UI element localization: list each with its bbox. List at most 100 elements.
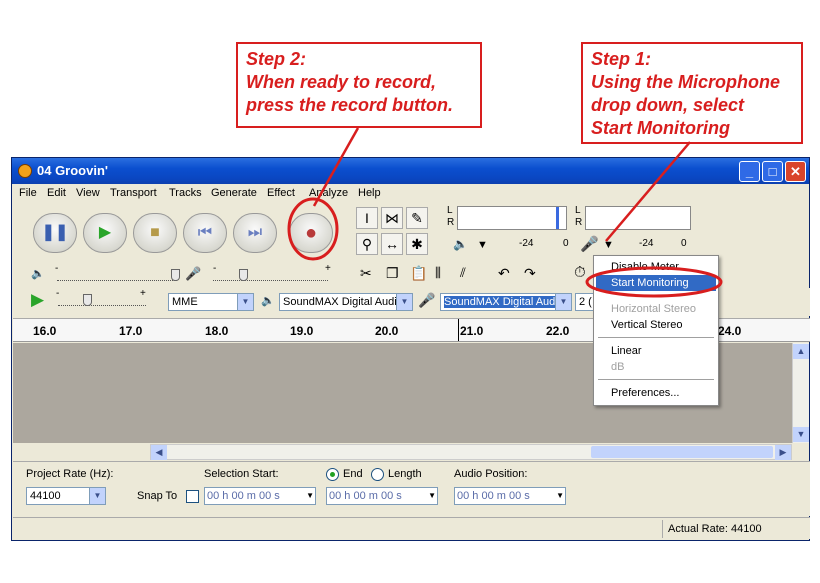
step2-line-1: Step 2: bbox=[246, 49, 307, 69]
sync-lock-icon[interactable]: ⏱ bbox=[574, 264, 586, 281]
horizontal-scrollbar[interactable]: ◀ ▶ bbox=[150, 444, 792, 460]
speaker-icon[interactable]: 🔈 bbox=[453, 237, 468, 251]
horizontal-scroll-thumb[interactable] bbox=[591, 446, 773, 458]
menu-effect[interactable]: Effect bbox=[267, 187, 295, 199]
playback-meter-dropdown[interactable]: ▼ bbox=[477, 239, 488, 251]
input-volume-slider[interactable] bbox=[213, 269, 328, 281]
multi-tool-icon[interactable]: ✱ bbox=[406, 233, 428, 255]
playback-device-select[interactable]: SoundMAX Digital Audio ▼ bbox=[279, 293, 413, 311]
project-rate-label: Project Rate (Hz): bbox=[26, 468, 114, 480]
output-volume-thumb[interactable] bbox=[171, 269, 180, 281]
audio-position-field[interactable]: 00 h 00 m 00 s ▼ bbox=[454, 487, 566, 505]
input-volume-icon: 🎤 bbox=[185, 266, 202, 281]
menu-help[interactable]: Help bbox=[358, 187, 381, 199]
snap-to-checkbox[interactable] bbox=[186, 490, 199, 503]
menu-view[interactable]: View bbox=[76, 187, 100, 199]
paste-icon[interactable]: 📋 bbox=[410, 265, 427, 282]
skip-end-button[interactable]: ⏭ bbox=[233, 213, 277, 253]
selection-tool-icon[interactable]: I bbox=[356, 207, 378, 229]
step1-callout: Step 1: Using the Microphone drop down, … bbox=[581, 42, 803, 144]
rec-meter-l: L bbox=[575, 205, 581, 216]
menu-vertical-stereo[interactable]: Vertical Stereo bbox=[596, 317, 716, 333]
skip-start-button[interactable]: ⏮ bbox=[183, 213, 227, 253]
rec-meter-r: R bbox=[575, 217, 583, 228]
playback-meter[interactable] bbox=[457, 206, 567, 230]
redo-icon[interactable]: ↷ bbox=[524, 265, 536, 282]
ruler-label: 20.0 bbox=[375, 324, 399, 338]
scroll-right-icon[interactable]: ▶ bbox=[775, 445, 791, 460]
vertical-scrollbar[interactable]: ▲ ▼ bbox=[792, 343, 809, 443]
menu-transport[interactable]: Transport bbox=[110, 187, 157, 199]
close-button[interactable]: ✕ bbox=[785, 161, 806, 182]
menu-start-monitoring[interactable]: Start Monitoring bbox=[596, 275, 716, 291]
step1-line-2: Using the Microphone bbox=[591, 72, 780, 92]
length-radio[interactable] bbox=[371, 468, 384, 481]
step2-line-3: press the record button. bbox=[246, 95, 454, 115]
input-volume-thumb[interactable] bbox=[239, 269, 248, 281]
play-at-speed-icon[interactable]: ▶ bbox=[31, 290, 44, 310]
status-bar: Actual Rate: 44100 bbox=[13, 517, 810, 539]
microphone-meter-dropdown[interactable]: ▼ bbox=[603, 239, 614, 251]
ruler-label: 24.0 bbox=[718, 324, 742, 338]
scroll-down-icon[interactable]: ▼ bbox=[793, 427, 809, 442]
transport-toolbar: ❚❚ ▶ ■ ⏮ ⏭ ● bbox=[13, 205, 353, 262]
selection-end-field[interactable]: 00 h 00 m 00 s ▼ bbox=[326, 487, 438, 505]
menu-file[interactable]: File bbox=[19, 187, 37, 199]
end-label: End bbox=[343, 468, 363, 480]
ruler-label: 22.0 bbox=[546, 324, 570, 338]
snap-to-label: Snap To bbox=[137, 490, 178, 502]
output-volume-slider[interactable] bbox=[57, 269, 177, 281]
audio-position-label: Audio Position: bbox=[454, 468, 528, 480]
selection-toolbar: Project Rate (Hz): 44100 ▼ Snap To Selec… bbox=[13, 461, 810, 516]
step1-line-1: Step 1: bbox=[591, 49, 652, 69]
play-speed-thumb[interactable] bbox=[83, 294, 92, 306]
recording-device-select[interactable]: SoundMAX Digital Audio ▼ bbox=[440, 293, 572, 311]
microphone-icon[interactable]: 🎤 bbox=[580, 235, 599, 253]
pause-button[interactable]: ❚❚ bbox=[33, 213, 77, 253]
record-icon: ● bbox=[304, 222, 318, 244]
menu-edit[interactable]: Edit bbox=[47, 187, 66, 199]
ruler-label: 19.0 bbox=[290, 324, 314, 338]
play-speed-slider[interactable] bbox=[58, 294, 146, 306]
copy-icon[interactable]: ❐ bbox=[386, 265, 399, 282]
rec-db-right: 0 bbox=[681, 238, 687, 249]
stop-button[interactable]: ■ bbox=[133, 213, 177, 253]
project-rate-select[interactable]: 44100 ▼ bbox=[26, 487, 106, 505]
audio-position-value: 00 h 00 m 00 s bbox=[457, 490, 530, 502]
speed-plus: + bbox=[140, 288, 146, 299]
timeshift-tool-icon[interactable]: ↔ bbox=[381, 233, 403, 255]
envelope-tool-icon[interactable]: ⋈ bbox=[381, 207, 403, 229]
chevron-down-icon: ▼ bbox=[89, 488, 105, 504]
undo-icon[interactable]: ↶ bbox=[498, 265, 510, 282]
record-button[interactable]: ● bbox=[289, 213, 333, 253]
end-radio[interactable] bbox=[326, 468, 339, 481]
draw-tool-icon[interactable]: ✎ bbox=[406, 207, 428, 229]
recording-meter[interactable] bbox=[585, 206, 691, 230]
play-button[interactable]: ▶ bbox=[83, 213, 127, 253]
cut-icon[interactable]: ✂ bbox=[360, 265, 372, 282]
menu-linear[interactable]: Linear bbox=[596, 343, 716, 359]
silence-icon[interactable]: ⫽ bbox=[460, 265, 466, 281]
menu-tracks[interactable]: Tracks bbox=[169, 187, 202, 199]
minimize-button[interactable]: _ bbox=[739, 161, 760, 182]
title-bar[interactable]: 04 Groovin' _ □ ✕ bbox=[12, 158, 809, 184]
recording-device-value: SoundMAX Digital Audio bbox=[444, 296, 564, 308]
edit-toolbar: ✂ ❐ 📋 ⫼ ⫽ ↶ ↷ ⏱ bbox=[350, 263, 600, 287]
audio-host-select[interactable]: MME ▼ bbox=[168, 293, 254, 311]
trim-icon[interactable]: ⫼ bbox=[435, 265, 441, 281]
menu-horizontal-stereo[interactable]: Horizontal Stereo bbox=[596, 301, 716, 317]
zoom-tool-icon[interactable]: ⚲ bbox=[356, 233, 378, 255]
scroll-up-icon[interactable]: ▲ bbox=[793, 344, 809, 359]
menu-disable-meter[interactable]: Disable Meter bbox=[596, 259, 716, 275]
maximize-button[interactable]: □ bbox=[762, 161, 783, 182]
scroll-left-icon[interactable]: ◀ bbox=[151, 445, 167, 460]
menu-preferences[interactable]: Preferences... bbox=[596, 385, 716, 401]
menu-generate[interactable]: Generate bbox=[211, 187, 257, 199]
selection-start-field[interactable]: 00 h 00 m 00 s ▼ bbox=[204, 487, 316, 505]
chevron-down-icon: ▼ bbox=[556, 491, 564, 500]
menu-db[interactable]: dB bbox=[596, 359, 716, 375]
chevron-down-icon: ▼ bbox=[306, 491, 314, 500]
play-db-left: -24 bbox=[519, 238, 534, 249]
pause-icon: ❚❚ bbox=[41, 224, 69, 241]
menu-analyze[interactable]: Analyze bbox=[309, 187, 348, 199]
